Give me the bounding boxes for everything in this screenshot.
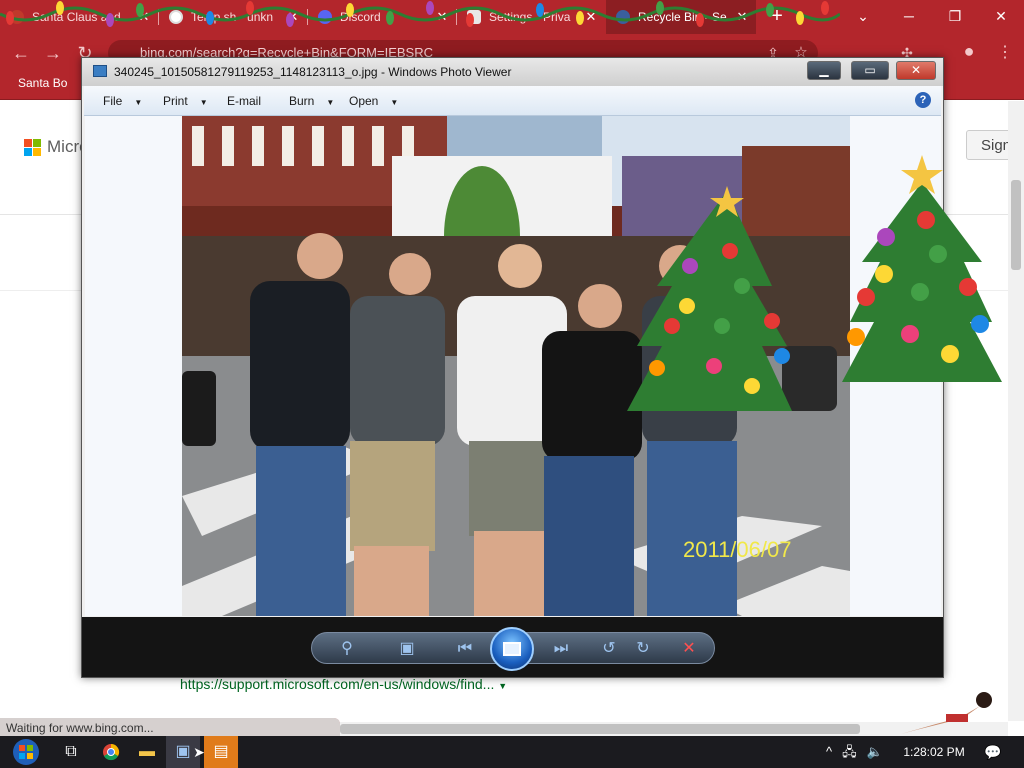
back-arrow-icon[interactable]: ← — [10, 42, 32, 64]
file-explorer-icon[interactable]: ▬ — [130, 736, 164, 768]
search-result-url[interactable]: https://support.microsoft.com/en-us/wind… — [180, 676, 507, 692]
close-window-button[interactable]: ✕ — [978, 0, 1024, 32]
menu-open[interactable]: Open ▼ — [349, 94, 398, 108]
photo-date-stamp: 2011/06/07 — [683, 537, 791, 562]
help-icon[interactable]: ? — [915, 92, 931, 108]
previous-icon[interactable]: ⏮ — [454, 638, 476, 660]
menu-label: Burn — [289, 94, 315, 108]
zoom-icon[interactable]: ⚲ — [336, 638, 358, 660]
screen: Santa Claus and ✕ Temp.sh - unkn ✕ Disco… — [0, 0, 1024, 768]
forward-arrow-icon[interactable]: → — [42, 42, 64, 64]
desktop-character-sticker — [901, 692, 992, 734]
volume-icon[interactable]: 🔈 — [867, 736, 883, 768]
notification-icon[interactable]: 💬 — [978, 736, 1008, 768]
chrome-taskbar-icon[interactable] — [94, 736, 128, 768]
christmas-tree-sticker — [842, 155, 1002, 382]
menu-email[interactable]: E-mail — [227, 94, 261, 108]
slideshow-icon — [503, 642, 521, 656]
dropdown-arrow-icon: ▼ — [326, 98, 335, 107]
next-icon[interactable]: ⏭ — [550, 638, 572, 660]
start-button[interactable] — [6, 736, 46, 768]
chevron-down-icon[interactable]: ▼ — [498, 681, 507, 691]
dropdown-arrow-icon: ▼ — [199, 98, 208, 107]
scrollbar-thumb[interactable] — [340, 724, 860, 734]
maximize-button[interactable]: ▭ — [851, 61, 889, 80]
menu-print[interactable]: Print ▼ — [163, 94, 208, 108]
menu-label: Open — [349, 94, 379, 108]
menu-label: E-mail — [227, 94, 262, 108]
network-icon[interactable]: 🖧 — [842, 736, 857, 768]
tab-search-button[interactable]: ⌄ — [840, 0, 886, 32]
bookmark-santa[interactable]: Santa Bo — [18, 76, 67, 90]
minimize-button[interactable]: ─ — [886, 0, 932, 32]
status-bar: Waiting for www.bing.com... — [0, 718, 340, 738]
photo-viewer-icon — [93, 65, 107, 77]
taskbar-clock[interactable]: 1:28:02 PM — [894, 736, 974, 768]
actual-size-icon[interactable]: ▣ — [396, 638, 418, 660]
image-canvas: 2011/06/07 — [85, 116, 941, 616]
task-view-icon[interactable]: ⧉ — [54, 736, 88, 768]
menu-label: File — [103, 94, 123, 108]
microsoft-logo[interactable]: Micro — [24, 137, 89, 157]
delete-icon[interactable]: ✕ — [678, 638, 700, 660]
menu-bar: File ▼ Print ▼ E-mail Burn ▼ Open ▼ ? — [84, 86, 941, 116]
mouse-cursor-icon: ➤ — [193, 744, 205, 760]
menu-file[interactable]: File ▼ — [103, 94, 142, 108]
light-bulb-icon — [6, 1, 829, 27]
slideshow-button[interactable] — [490, 627, 534, 671]
photo-image[interactable]: 2011/06/07 — [182, 116, 850, 616]
dropdown-arrow-icon: ▼ — [390, 98, 399, 107]
dropdown-arrow-icon: ▼ — [134, 98, 143, 107]
rotate-counterclockwise-icon[interactable]: ↺ — [598, 638, 620, 660]
menu-icon[interactable]: ⋮ — [994, 42, 1016, 64]
photo-viewer-window: 340245_10150581279119253_1148123113_o.jp… — [81, 57, 944, 678]
close-button[interactable]: ✕ — [896, 61, 936, 80]
scrollbar-thumb[interactable] — [1011, 180, 1021, 270]
menu-label: Print — [163, 94, 188, 108]
show-hidden-icons-icon[interactable]: ^ — [826, 736, 832, 768]
christmas-lights-garland — [0, 1, 840, 27]
microsoft-logo-icon — [24, 138, 41, 156]
menu-burn[interactable]: Burn ▼ — [289, 94, 334, 108]
restore-button[interactable]: ❐ — [932, 0, 978, 32]
result-url-text: https://support.microsoft.com/en-us/wind… — [180, 676, 495, 692]
rotate-clockwise-icon[interactable]: ↻ — [632, 638, 654, 660]
minimize-button[interactable]: ▁ — [807, 61, 841, 80]
profile-avatar-icon[interactable]: ● — [958, 40, 980, 62]
system-tray: ^ 🖧 🔈 — [826, 736, 883, 768]
